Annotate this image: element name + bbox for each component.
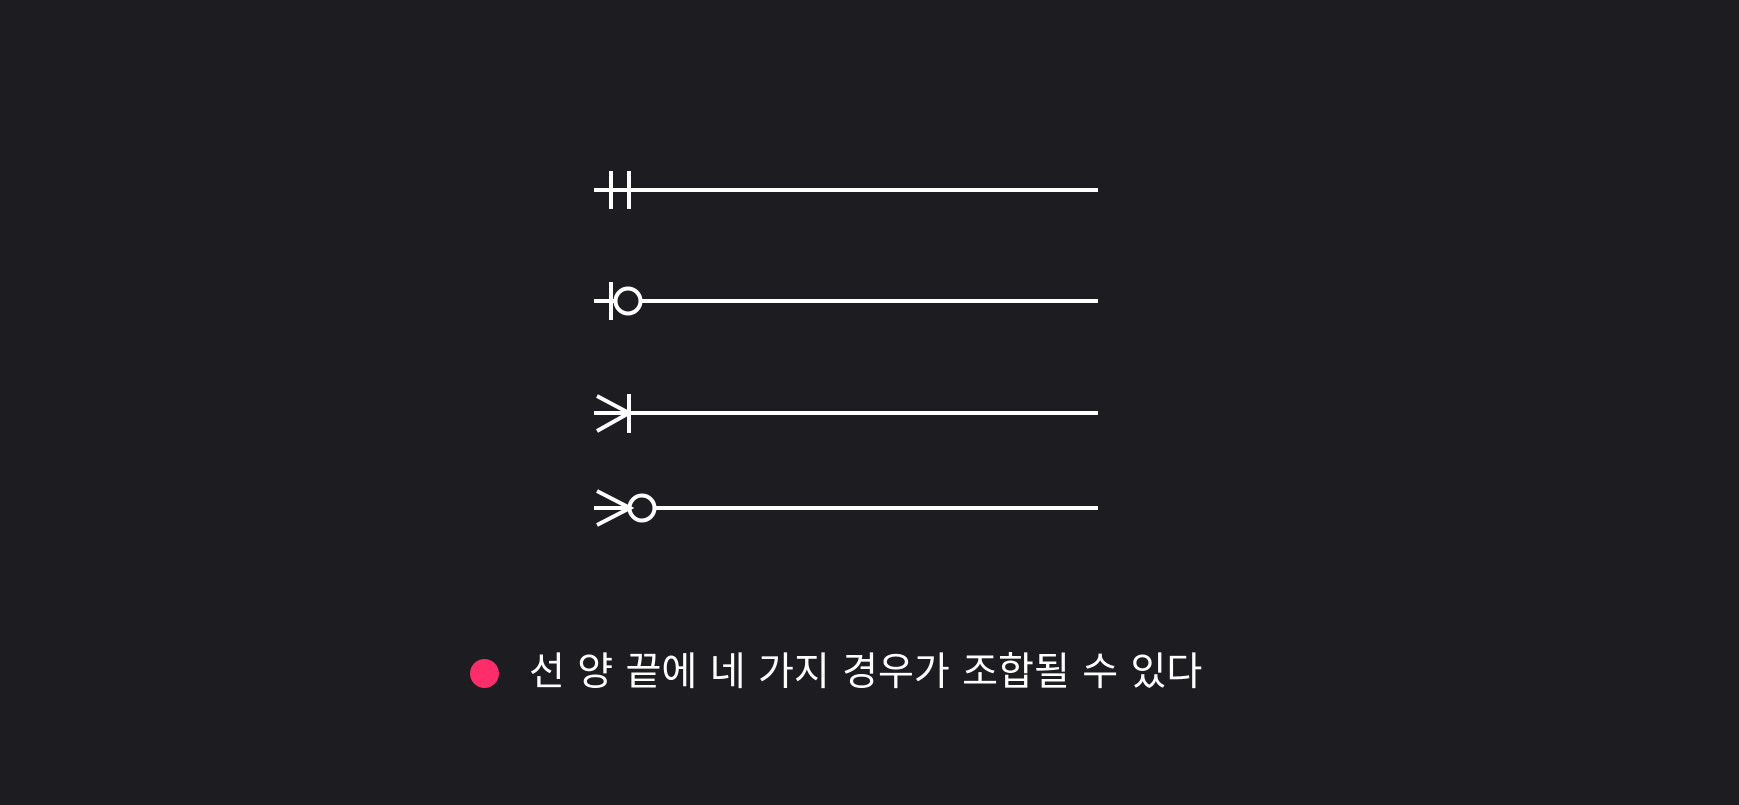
caption-text: 선 양 끝에 네 가지 경우가 조합될 수 있다: [529, 650, 1203, 695]
notation-one-or-many: [594, 394, 1098, 433]
bullet-dot-icon: [470, 658, 499, 688]
notation-zero-or-many: [594, 489, 1098, 527]
caption: 선 양 끝에 네 가지 경우가 조합될 수 있다: [470, 646, 1202, 700]
circle-icon: [613, 286, 643, 316]
notation-zero-or-one: [594, 282, 1098, 320]
notation-one-and-only-one: [594, 171, 1098, 209]
